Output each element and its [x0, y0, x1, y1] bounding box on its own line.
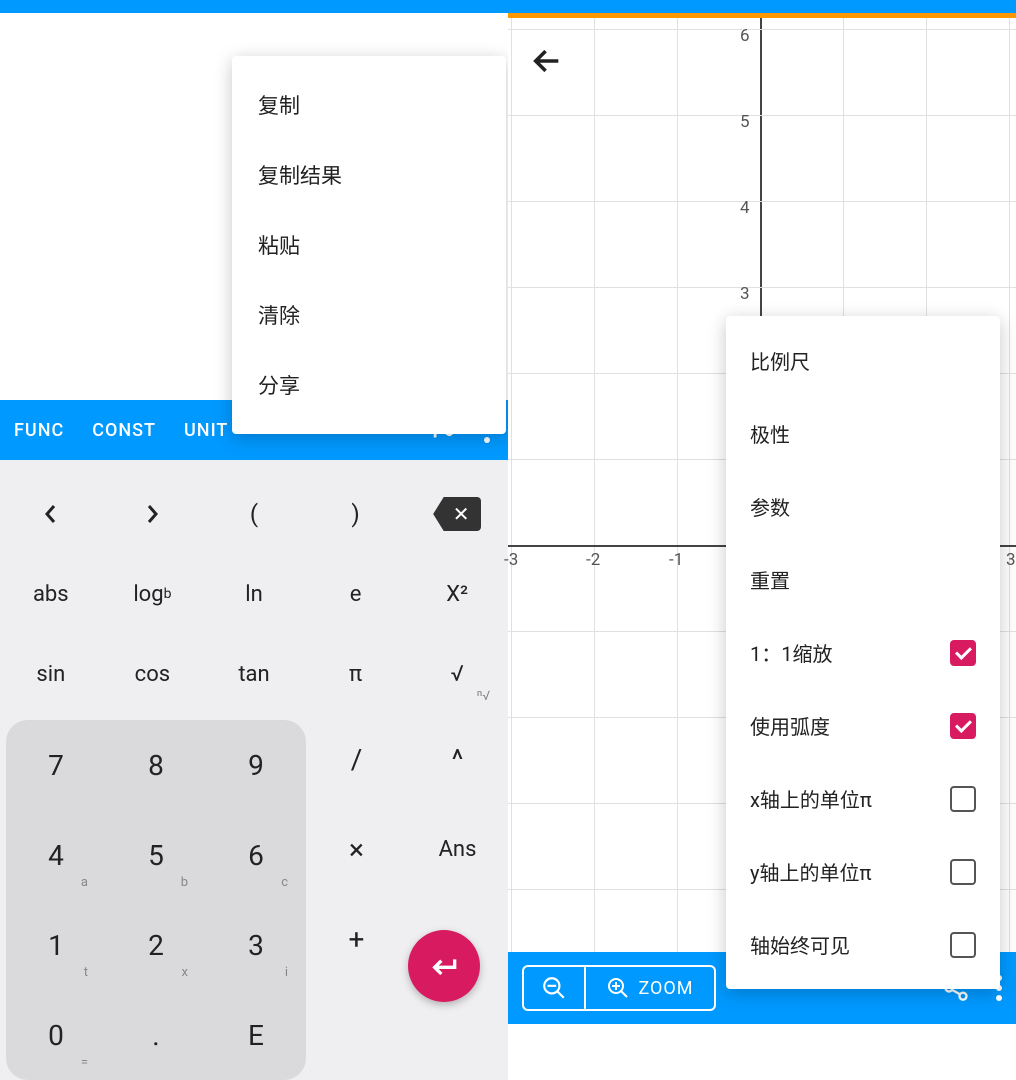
key-caret[interactable]: ^	[407, 714, 508, 804]
xtick-p3: 3	[1006, 550, 1016, 570]
key-divide[interactable]: /	[306, 714, 407, 804]
zoom-out-button[interactable]	[524, 967, 584, 1009]
key-logb[interactable]: logb	[102, 554, 204, 634]
zoom-label: ZOOM	[638, 978, 693, 999]
numpad-area: 7 8 9 4a 5b 6c 1t 2x 3i 0= . E /	[0, 714, 508, 1080]
key-rparen[interactable]: )	[305, 474, 407, 554]
key-tan[interactable]: tan	[203, 634, 305, 714]
operator-column: / ^ × Ans +	[306, 714, 508, 1080]
back-arrow-icon	[530, 44, 564, 78]
ytick-4: 4	[740, 198, 750, 218]
key-9[interactable]: 9	[206, 720, 306, 810]
key-8[interactable]: 8	[106, 720, 206, 810]
key-E[interactable]: E	[206, 990, 306, 1080]
menu-scale[interactable]: 比例尺	[726, 324, 1000, 397]
key-3[interactable]: 3i	[206, 900, 306, 990]
key-sin[interactable]: sin	[0, 634, 102, 714]
key-6[interactable]: 6c	[206, 810, 306, 900]
menu-copy[interactable]: 复制	[232, 70, 506, 140]
key-pi[interactable]: π	[305, 634, 407, 714]
key-plus[interactable]: +	[306, 894, 407, 984]
xtick-m3: -3	[504, 550, 518, 570]
key-xsq[interactable]: X²	[406, 554, 508, 634]
enter-button[interactable]	[408, 930, 480, 1002]
key-multiply[interactable]: ×	[306, 804, 407, 894]
ytick-6: 6	[740, 26, 750, 46]
menu-reset[interactable]: 重置	[726, 543, 1000, 616]
menu-copy-result[interactable]: 复制结果	[232, 140, 506, 210]
tab-const[interactable]: CONST	[78, 420, 170, 441]
zoom-group: ZOOM	[522, 965, 716, 1011]
zoom-in-icon	[606, 976, 630, 1000]
checkbox-zoom11[interactable]	[950, 640, 976, 666]
status-bar	[508, 0, 1016, 13]
zoom-button[interactable]: ZOOM	[584, 967, 714, 1009]
key-cursor-left[interactable]	[0, 474, 102, 554]
key-2[interactable]: 2x	[106, 900, 206, 990]
menu-param[interactable]: 参数	[726, 470, 1000, 543]
status-bar	[0, 0, 508, 13]
key-e[interactable]: e	[305, 554, 407, 634]
key-4[interactable]: 4a	[6, 810, 106, 900]
calculator-pane: FUNC CONST UNIT ( ) ✕ abs logb ln e X²	[0, 0, 508, 1024]
menu-y-pi[interactable]: y轴上的单位π	[726, 835, 1000, 908]
tab-func[interactable]: FUNC	[0, 420, 78, 441]
backspace-icon: ✕	[433, 497, 481, 531]
zoom-out-icon	[541, 975, 567, 1001]
menu-axis-visible[interactable]: 轴始终可见	[726, 908, 1000, 981]
key-ans[interactable]: Ans	[407, 804, 508, 894]
checkbox-xpi[interactable]	[950, 786, 976, 812]
ytick-5: 5	[740, 112, 750, 132]
menu-clear[interactable]: 清除	[232, 280, 506, 350]
key-backspace[interactable]: ✕	[406, 474, 508, 554]
menu-share[interactable]: 分享	[232, 350, 506, 420]
key-ln[interactable]: ln	[203, 554, 305, 634]
key-5[interactable]: 5b	[106, 810, 206, 900]
key-0[interactable]: 0=	[6, 990, 106, 1080]
menu-zoom-1-1[interactable]: 1：1缩放	[726, 616, 1000, 689]
function-keypad: ( ) ✕ abs logb ln e X² sin cos tan π √ⁿ√	[0, 460, 508, 714]
checkbox-ypi[interactable]	[950, 859, 976, 885]
xtick-m2: -2	[586, 550, 600, 570]
checkbox-radians[interactable]	[950, 713, 976, 739]
graph-pane: 6 5 4 3 -3 -2 -1 3 ZOOM	[508, 0, 1016, 1024]
context-menu: 复制 复制结果 粘贴 清除 分享	[232, 56, 506, 434]
checkbox-axisvis[interactable]	[950, 932, 976, 958]
menu-radians[interactable]: 使用弧度	[726, 689, 1000, 762]
key-cursor-right[interactable]	[102, 474, 204, 554]
key-cos[interactable]: cos	[102, 634, 204, 714]
key-7[interactable]: 7	[6, 720, 106, 810]
key-dot[interactable]: .	[106, 990, 206, 1080]
key-lparen[interactable]: (	[203, 474, 305, 554]
key-abs[interactable]: abs	[0, 554, 102, 634]
key-sqrt[interactable]: √ⁿ√	[406, 634, 508, 714]
back-button[interactable]	[530, 44, 564, 78]
menu-paste[interactable]: 粘贴	[232, 210, 506, 280]
key-1[interactable]: 1t	[6, 900, 106, 990]
enter-icon	[428, 950, 460, 982]
numpad: 7 8 9 4a 5b 6c 1t 2x 3i 0= . E	[6, 720, 306, 1080]
ytick-3: 3	[740, 284, 750, 304]
menu-polar[interactable]: 极性	[726, 397, 1000, 470]
menu-x-pi[interactable]: x轴上的单位π	[726, 762, 1000, 835]
graph-menu: 比例尺 极性 参数 重置 1：1缩放 使用弧度 x轴上的单位π y轴上的单位π …	[726, 316, 1000, 989]
xtick-m1: -1	[669, 550, 683, 570]
